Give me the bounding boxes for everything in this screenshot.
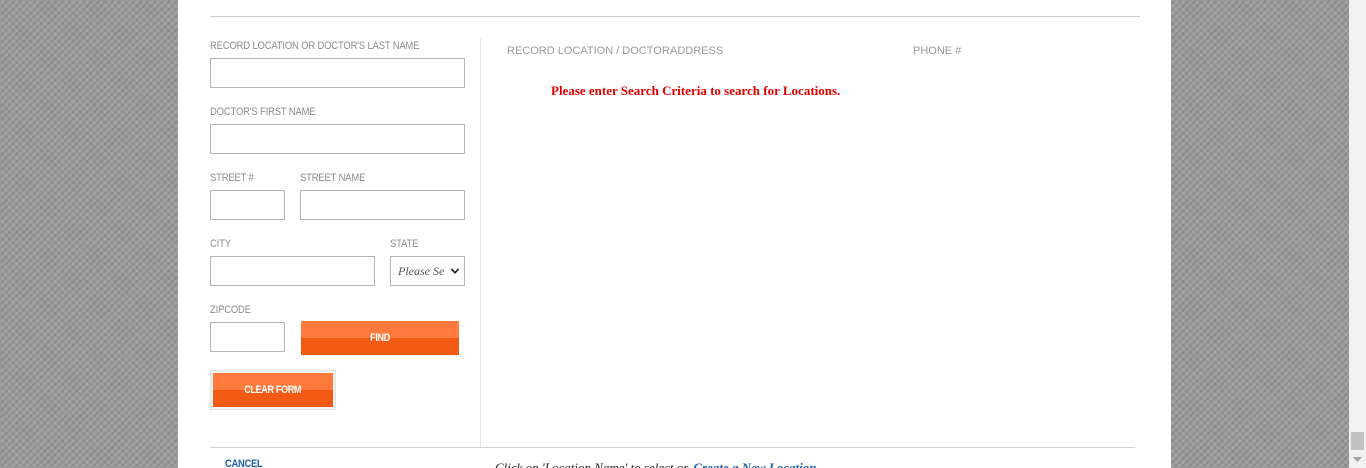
- scroll-down-button[interactable]: [1349, 451, 1366, 468]
- street-name-input[interactable]: [300, 190, 465, 220]
- find-button[interactable]: FIND: [301, 321, 459, 355]
- street-number-input[interactable]: [210, 190, 285, 220]
- street-name-label: STREET NAME: [300, 172, 366, 184]
- zipcode-label: ZIPCODE: [210, 304, 251, 316]
- state-select-value: Please Select: [398, 263, 445, 278]
- search-criteria-message: Please enter Search Criteria to search f…: [551, 83, 841, 98]
- zipcode-input[interactable]: [210, 322, 285, 352]
- top-divider: [210, 16, 1140, 17]
- state-select[interactable]: Please Select: [390, 256, 465, 286]
- first-name-label: DOCTOR'S FIRST NAME: [210, 106, 316, 118]
- location-search-modal: RECORD LOCATION OR DOCTOR'S LAST NAME DO…: [178, 0, 1171, 468]
- cancel-link[interactable]: CANCEL: [225, 458, 263, 468]
- clear-form-button-label: CLEAR FORM: [244, 384, 302, 396]
- chevron-down-icon: [451, 268, 459, 274]
- bottom-divider: [210, 447, 1135, 448]
- last-name-input[interactable]: [210, 58, 465, 88]
- footer-note: Click on 'Location Name' to select or Cre…: [495, 460, 816, 468]
- find-button-label: FIND: [370, 332, 390, 344]
- city-input[interactable]: [210, 256, 375, 286]
- state-label: STATE: [390, 238, 419, 250]
- results-col-address: ADDRESS: [670, 45, 724, 57]
- clear-form-button[interactable]: CLEAR FORM: [213, 373, 333, 407]
- footer-note-text: Click on 'Location Name' to select or: [495, 460, 689, 468]
- results-col-location: RECORD LOCATION / DOCTOR: [507, 45, 670, 57]
- city-label: CITY: [210, 238, 231, 250]
- results-col-phone: PHONE #: [913, 45, 962, 57]
- create-location-link[interactable]: Create a New Location: [693, 460, 816, 468]
- last-name-label: RECORD LOCATION OR DOCTOR'S LAST NAME: [210, 40, 420, 52]
- clear-form-button-frame: CLEAR FORM: [210, 370, 336, 410]
- street-number-label: STREET #: [210, 172, 254, 184]
- page-scrollbar[interactable]: [1349, 0, 1366, 468]
- scrollbar-thumb[interactable]: [1351, 432, 1364, 450]
- panel-divider: [480, 38, 481, 448]
- first-name-input[interactable]: [210, 124, 465, 154]
- scroll-down-arrow-icon: [1353, 457, 1362, 462]
